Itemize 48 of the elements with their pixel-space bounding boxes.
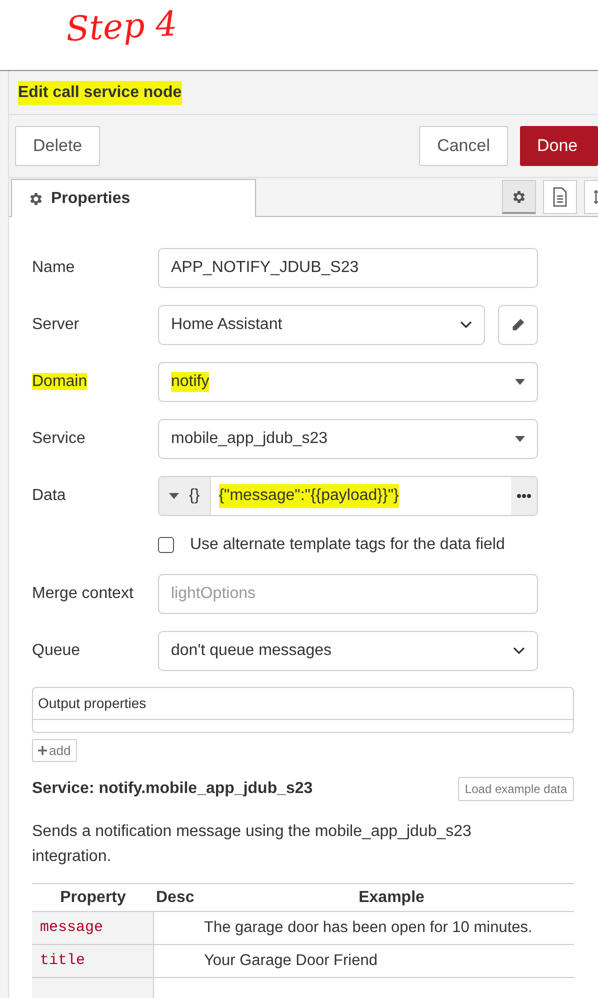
service-description: Sends a notification message using the mobile_app_jdub_s23 integration. bbox=[32, 822, 472, 867]
property-name: title bbox=[40, 950, 86, 971]
caret-icon bbox=[169, 493, 179, 499]
field-label: Queue bbox=[32, 642, 80, 659]
field-label: Name bbox=[32, 259, 75, 276]
side-tab[interactable] bbox=[502, 180, 536, 214]
load-example-button[interactable]: Load example data bbox=[458, 777, 574, 801]
table-cell-text: The garage door has been open for 10 minutes. bbox=[204, 918, 532, 938]
text-field[interactable]: lightOptions bbox=[158, 574, 538, 614]
caret-icon bbox=[515, 436, 525, 442]
dropdown-field[interactable]: don't queue messages bbox=[158, 631, 538, 671]
service-title: Service: notify.mobile_app_jdub_s23 bbox=[32, 779, 313, 799]
field-label: Domain bbox=[32, 373, 88, 390]
chevron-icon bbox=[513, 647, 525, 655]
dialog-title: Edit call service node bbox=[18, 80, 182, 104]
plus-icon bbox=[38, 746, 47, 755]
add-button[interactable]: add bbox=[32, 739, 77, 762]
column-header: Property bbox=[60, 888, 126, 908]
panel-header: Output properties bbox=[38, 694, 146, 713]
tab[interactable]: Properties bbox=[11, 179, 256, 217]
handwritten-annotation: Step 4 bbox=[64, 3, 179, 52]
type-label: {} bbox=[189, 486, 200, 506]
property-name: message bbox=[40, 918, 104, 938]
chevron-icon bbox=[460, 321, 472, 329]
checkbox-label: Use alternate template tags for the data field bbox=[190, 535, 505, 555]
edit-button[interactable] bbox=[498, 305, 538, 345]
dialog-button[interactable]: Cancel bbox=[419, 126, 508, 166]
side-tab[interactable] bbox=[543, 180, 577, 214]
column-header: Desc bbox=[156, 888, 194, 906]
gear-icon bbox=[28, 190, 44, 206]
field-label: Merge context bbox=[32, 585, 134, 602]
document-icon bbox=[552, 187, 568, 207]
dropdown-field[interactable]: Home Assistant bbox=[158, 305, 485, 345]
column-header: Example bbox=[358, 888, 424, 908]
field-label: Data bbox=[32, 487, 66, 504]
field-label: Server bbox=[32, 316, 80, 333]
table-cell-text: Your Garage Door Friend bbox=[204, 951, 378, 972]
gear-icon bbox=[511, 188, 527, 204]
typed-input-field[interactable]: {} {"message":"{{payload}}"} bbox=[158, 476, 538, 516]
field-label: Service bbox=[32, 430, 86, 447]
checkbox[interactable] bbox=[158, 537, 174, 553]
primary-button[interactable]: Done bbox=[520, 126, 598, 166]
ellipsis-icon bbox=[517, 494, 531, 498]
caret-icon bbox=[515, 379, 525, 385]
combo-field[interactable]: mobile_app_jdub_s23 bbox=[158, 419, 538, 459]
dialog-button[interactable]: Delete bbox=[15, 126, 100, 166]
pencil-icon bbox=[511, 318, 525, 332]
text-field[interactable]: APP_NOTIFY_JDUB_S23 bbox=[158, 248, 538, 288]
